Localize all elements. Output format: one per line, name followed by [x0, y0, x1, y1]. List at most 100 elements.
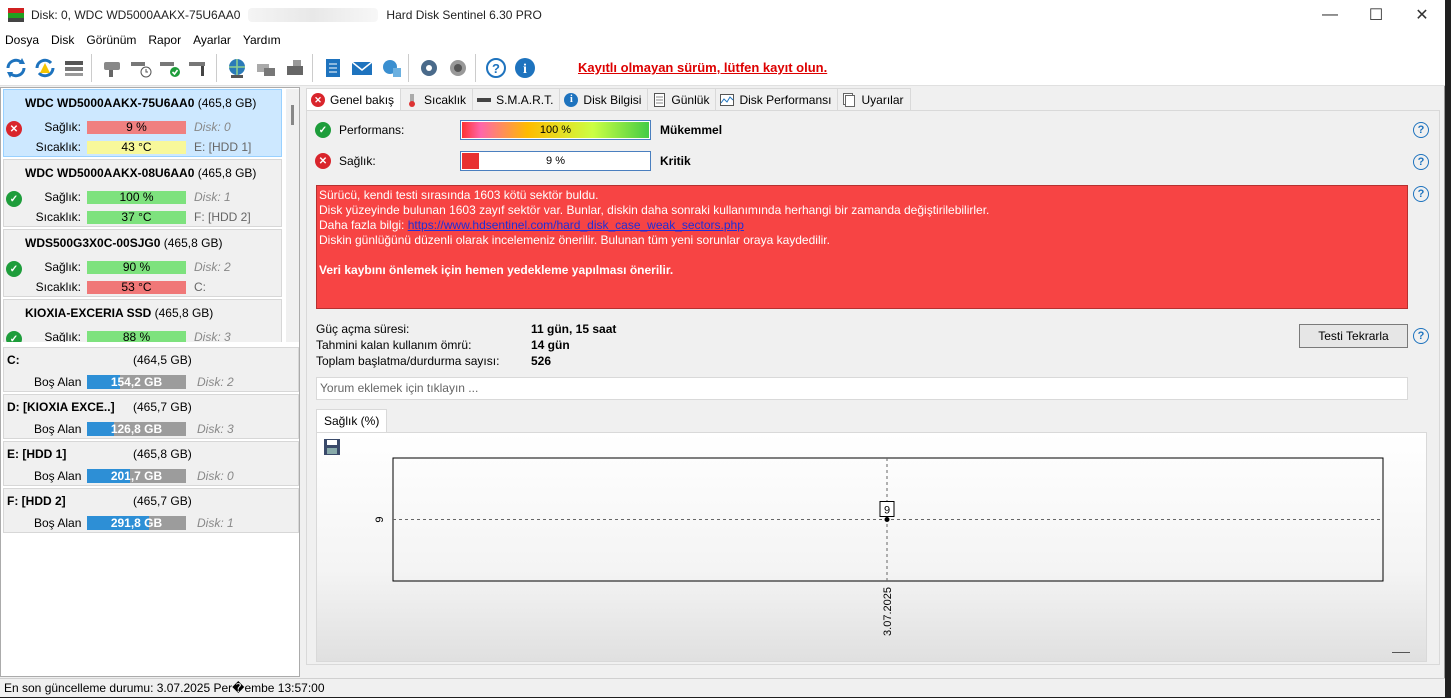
close-button[interactable]: ✕: [1399, 0, 1445, 30]
volume-size: (464,5 GB): [133, 353, 192, 367]
temp-bar: 43 °C: [87, 141, 186, 154]
volume-size: (465,7 GB): [133, 494, 192, 508]
drive-icon: [477, 93, 492, 107]
disk-model: WDS500G3X0C-00SJG0: [25, 236, 161, 250]
register-link[interactable]: Kayıtlı olmayan sürüm, lütfen kayıt olun…: [578, 60, 827, 75]
comment-input[interactable]: Yorum eklemek için tıklayın ...: [316, 377, 1408, 400]
refresh-icon[interactable]: [2, 54, 29, 82]
maximize-button[interactable]: ☐: [1353, 0, 1399, 30]
sound-icon[interactable]: [444, 54, 471, 82]
free-space-value: 154,2 GB: [110, 375, 163, 389]
overview-panel: ✓ Performans: 100 % Mükemmel ? ✕ Sağlık:…: [306, 110, 1440, 665]
disk-test-icon[interactable]: [98, 54, 125, 82]
health-bar: 88 %: [87, 331, 186, 342]
alert-box: Sürücü, kendi testi sırasında 1603 kötü …: [316, 185, 1408, 309]
info-icon[interactable]: i: [511, 54, 538, 82]
ok-icon: ✓: [315, 122, 331, 138]
drive-export-icon[interactable]: [281, 54, 308, 82]
minimize-button[interactable]: —: [1307, 0, 1353, 30]
alert-strong: Veri kaybını önlemek için hemen yedeklem…: [319, 263, 674, 277]
health-chart: 9 9 3.07.2025: [316, 432, 1427, 662]
help-icon[interactable]: ?: [1413, 328, 1429, 344]
menu-ayarlar[interactable]: Ayarlar: [187, 33, 237, 47]
performance-label: Performans:: [339, 123, 405, 137]
health-bar: 90 %: [87, 261, 186, 274]
tab-smart[interactable]: S.M.A.R.T.: [472, 88, 561, 110]
disk-schedule-icon[interactable]: [127, 54, 154, 82]
disk-ref: Disk: 0: [194, 120, 231, 134]
window-title-disk: Disk: 0, WDC WD5000AAKX-75U6AA0: [31, 8, 241, 22]
temp-bar: 37 °C: [87, 211, 186, 224]
disk-tool-icon[interactable]: [185, 54, 212, 82]
help-icon[interactable]: ?: [1413, 122, 1429, 138]
disk-size: (465,8 GB): [197, 166, 257, 180]
disk-card[interactable]: KIOXIA-EXCERIA SSD (465,8 GB) ✓ Sağlık: …: [3, 299, 282, 342]
menu-gorunum[interactable]: Görünüm: [80, 33, 142, 47]
tab-uyarilar[interactable]: Uyarılar: [837, 88, 911, 110]
alert-more-info: Daha fazla bilgi: https://www.hdsentinel…: [319, 218, 1405, 233]
menu-rapor[interactable]: Rapor: [142, 33, 187, 47]
web-report-icon[interactable]: [377, 54, 404, 82]
drive-copy-icon[interactable]: [252, 54, 279, 82]
report-icon[interactable]: [319, 54, 346, 82]
tab-saglik-chart[interactable]: Sağlık (%): [316, 409, 388, 432]
health-row: ✕ Sağlık: 9 % Kritik: [315, 151, 1435, 171]
volume-card[interactable]: E: [HDD 1] (465,8 GB) Boş Alan 201,7 GB …: [3, 441, 299, 486]
disk-list-icon[interactable]: [60, 54, 87, 82]
free-space-value: 126,8 GB: [110, 422, 163, 436]
health-label: Sağlık:: [44, 260, 81, 274]
tab-label: Genel bakış: [330, 93, 395, 107]
volume-card[interactable]: C: (464,5 GB) Boş Alan 154,2 GB Disk: 2: [3, 347, 299, 392]
status-bar: En son güncelleme durumu: 3.07.2025 Per�…: [0, 678, 1445, 697]
alert-line: Diskin günlüğünü düzenli olarak inceleme…: [319, 233, 830, 247]
menu-yardim[interactable]: Yardım: [237, 33, 287, 47]
tab-sicaklik[interactable]: Sıcaklık: [400, 88, 474, 110]
volume-size: (465,8 GB): [133, 447, 192, 461]
volume-card[interactable]: F: [HDD 2] (465,7 GB) Boş Alan 291,8 GB …: [3, 488, 299, 533]
volume-disk: Disk: 3: [197, 422, 234, 436]
chart-icon: [720, 93, 735, 107]
disk-ref: Disk: 1: [194, 190, 231, 204]
svg-text:i: i: [523, 62, 527, 77]
help-icon[interactable]: ?: [1413, 186, 1429, 202]
menu-disk[interactable]: Disk: [45, 33, 80, 47]
tab-label: Uyarılar: [861, 92, 904, 107]
email-icon[interactable]: [348, 54, 375, 82]
volume-card[interactable]: D: [KIOXIA EXCE..] (465,7 GB) Boş Alan 1…: [3, 394, 299, 439]
disk-model: WDC WD5000AAKX-75U6AA0: [25, 96, 195, 110]
health-word: Kritik: [660, 154, 691, 168]
disk-card[interactable]: WDS500G3X0C-00SJG0 (465,8 GB) ✓ Sağlık: …: [3, 229, 282, 297]
free-space-bar: 201,7 GB: [87, 469, 186, 483]
disk-ok-icon[interactable]: [156, 54, 183, 82]
more-info-link[interactable]: https://www.hdsentinel.com/hard_disk_cas…: [408, 218, 744, 232]
disk-card[interactable]: WDC WD5000AAKX-75U6AA0 (465,8 GB) ✕ Sağl…: [3, 89, 282, 157]
app-window: Disk: 0, WDC WD5000AAKX-75U6AA0 Hard Dis…: [0, 0, 1445, 697]
menu-dosya[interactable]: Dosya: [0, 33, 45, 47]
disk-name: WDC WD5000AAKX-75U6AA0 (465,8 GB): [25, 96, 256, 110]
refresh-warning-icon[interactable]: [31, 54, 58, 82]
x-tick-label: 3.07.2025: [882, 587, 894, 636]
tab-genel-bakis[interactable]: ✕ Genel bakış: [306, 88, 402, 111]
svg-text:?: ?: [492, 61, 500, 76]
remaining-label: Tahmini kalan kullanım ömrü:: [316, 338, 472, 352]
gear-icon[interactable]: [415, 54, 442, 82]
tab-disk-performansi[interactable]: Disk Performansı: [715, 88, 839, 110]
network-icon[interactable]: [223, 54, 250, 82]
health-bar: 100 %: [87, 191, 186, 204]
volume-size: (465,7 GB): [133, 400, 192, 414]
tab-gunluk[interactable]: Günlük: [647, 88, 717, 110]
disk-name: WDC WD5000AAKX-08U6AA0 (465,8 GB): [25, 166, 256, 180]
menu-bar: Dosya Disk Görünüm Rapor Ayarlar Yardım: [0, 30, 1445, 50]
window-title-app: Hard Disk Sentinel 6.30 PRO: [386, 8, 542, 22]
help-icon[interactable]: ?: [482, 54, 509, 82]
alert-line: Sürücü, kendi testi sırasında 1603 kötü …: [319, 188, 599, 202]
disk-list-scrollbar[interactable]: [286, 89, 299, 342]
startstop-label: Toplam başlatma/durdurma sayısı:: [316, 354, 500, 368]
resize-handle[interactable]: [1392, 652, 1410, 653]
performance-word: Mükemmel: [660, 123, 723, 137]
temp-label: Sıcaklık:: [35, 280, 81, 294]
help-icon[interactable]: ?: [1413, 154, 1429, 170]
tab-disk-bilgisi[interactable]: i Disk Bilgisi: [559, 88, 649, 110]
retest-button[interactable]: Testi Tekrarla: [1299, 324, 1408, 348]
disk-card[interactable]: WDC WD5000AAKX-08U6AA0 (465,8 GB) ✓ Sağl…: [3, 159, 282, 227]
